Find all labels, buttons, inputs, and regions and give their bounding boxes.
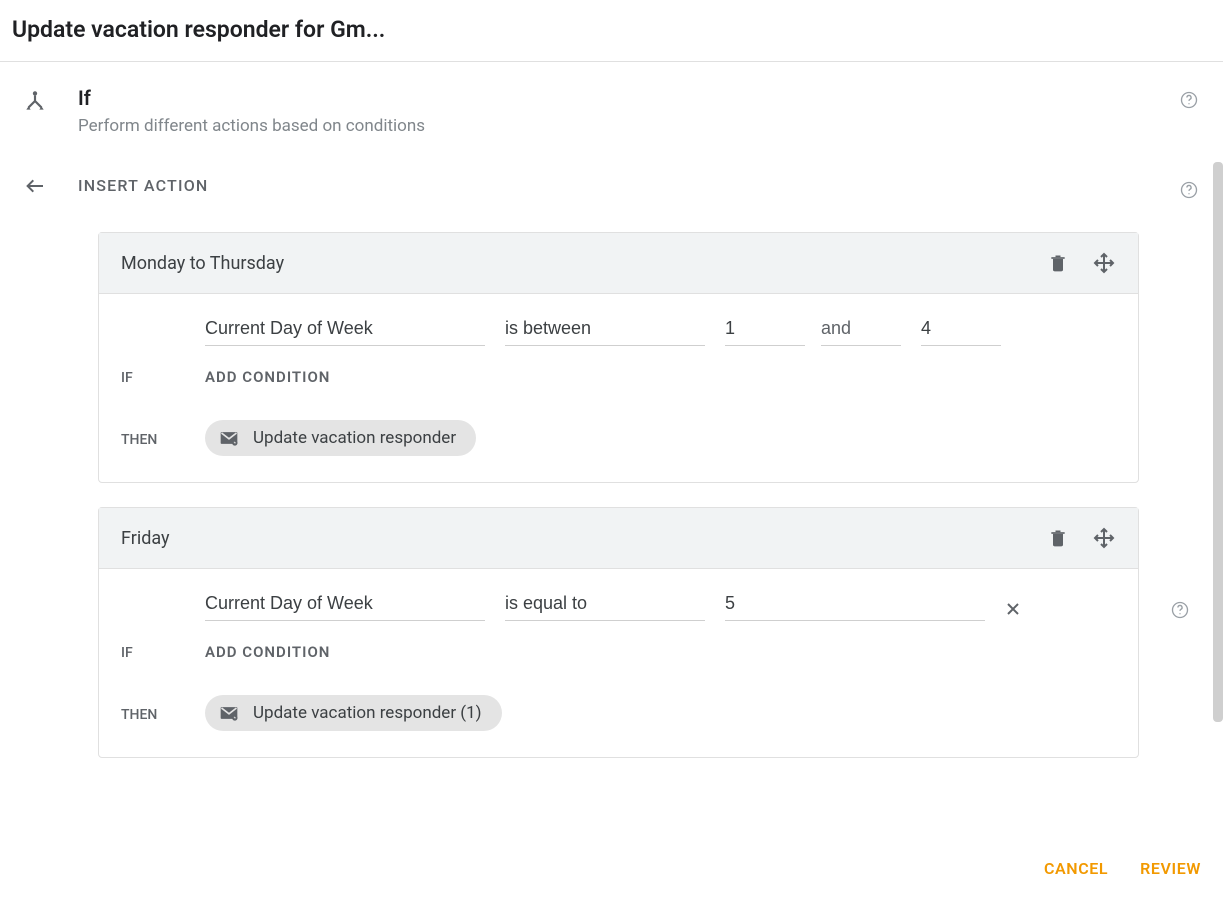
- condition-operator-input[interactable]: [505, 589, 705, 621]
- branch-title: Monday to Thursday: [121, 253, 284, 274]
- trash-icon[interactable]: [1048, 252, 1068, 274]
- branch-card-monday-thursday: Monday to Thursday: [98, 232, 1139, 483]
- then-label: THEN: [121, 428, 177, 448]
- chip-label: Update vacation responder (1): [253, 703, 482, 723]
- branch-card-friday: Friday: [98, 507, 1139, 758]
- page-title: Update vacation responder for Gm...: [0, 0, 1223, 62]
- help-icon[interactable]: [1179, 90, 1199, 110]
- close-icon[interactable]: [1003, 599, 1023, 619]
- if-block-subtitle: Perform different actions based on condi…: [78, 116, 1139, 136]
- then-action-chip[interactable]: Update vacation responder: [205, 420, 476, 456]
- then-label: THEN: [121, 703, 177, 723]
- if-label: IF: [121, 366, 177, 386]
- trash-icon[interactable]: [1048, 527, 1068, 549]
- condition-subject-input[interactable]: [205, 314, 485, 346]
- condition-value1-input[interactable]: [725, 589, 985, 621]
- condition-subject-input[interactable]: [205, 589, 485, 621]
- footer-bar: CANCEL REVIEW: [0, 837, 1223, 900]
- branch-title: Friday: [121, 528, 170, 549]
- insert-action-button[interactable]: INSERT ACTION: [78, 176, 1139, 195]
- arrow-left-icon[interactable]: [23, 174, 47, 198]
- help-icon[interactable]: [1170, 600, 1190, 620]
- review-button[interactable]: REVIEW: [1140, 859, 1201, 878]
- condition-operator-input[interactable]: [505, 314, 705, 346]
- chip-label: Update vacation responder: [253, 428, 456, 448]
- then-action-chip[interactable]: Update vacation responder (1): [205, 695, 502, 731]
- add-condition-button[interactable]: ADD CONDITION: [205, 643, 1116, 661]
- condition-value1-input[interactable]: [725, 314, 805, 346]
- move-icon[interactable]: [1092, 251, 1116, 275]
- if-block-title: If: [78, 86, 1139, 110]
- branch-icon: [22, 88, 48, 114]
- mail-icon: [217, 703, 241, 723]
- if-label: IF: [121, 641, 177, 661]
- condition-and-text: [821, 314, 901, 346]
- main-scroll[interactable]: If Perform different actions based on co…: [0, 62, 1223, 837]
- scrollbar-thumb[interactable]: [1213, 162, 1223, 722]
- page-title-text: Update vacation responder for Gm...: [12, 16, 385, 43]
- cancel-button[interactable]: CANCEL: [1044, 859, 1108, 878]
- condition-value2-input[interactable]: [921, 314, 1001, 346]
- mail-icon: [217, 428, 241, 448]
- move-icon[interactable]: [1092, 526, 1116, 550]
- help-icon[interactable]: [1179, 180, 1199, 200]
- add-condition-button[interactable]: ADD CONDITION: [205, 368, 1116, 386]
